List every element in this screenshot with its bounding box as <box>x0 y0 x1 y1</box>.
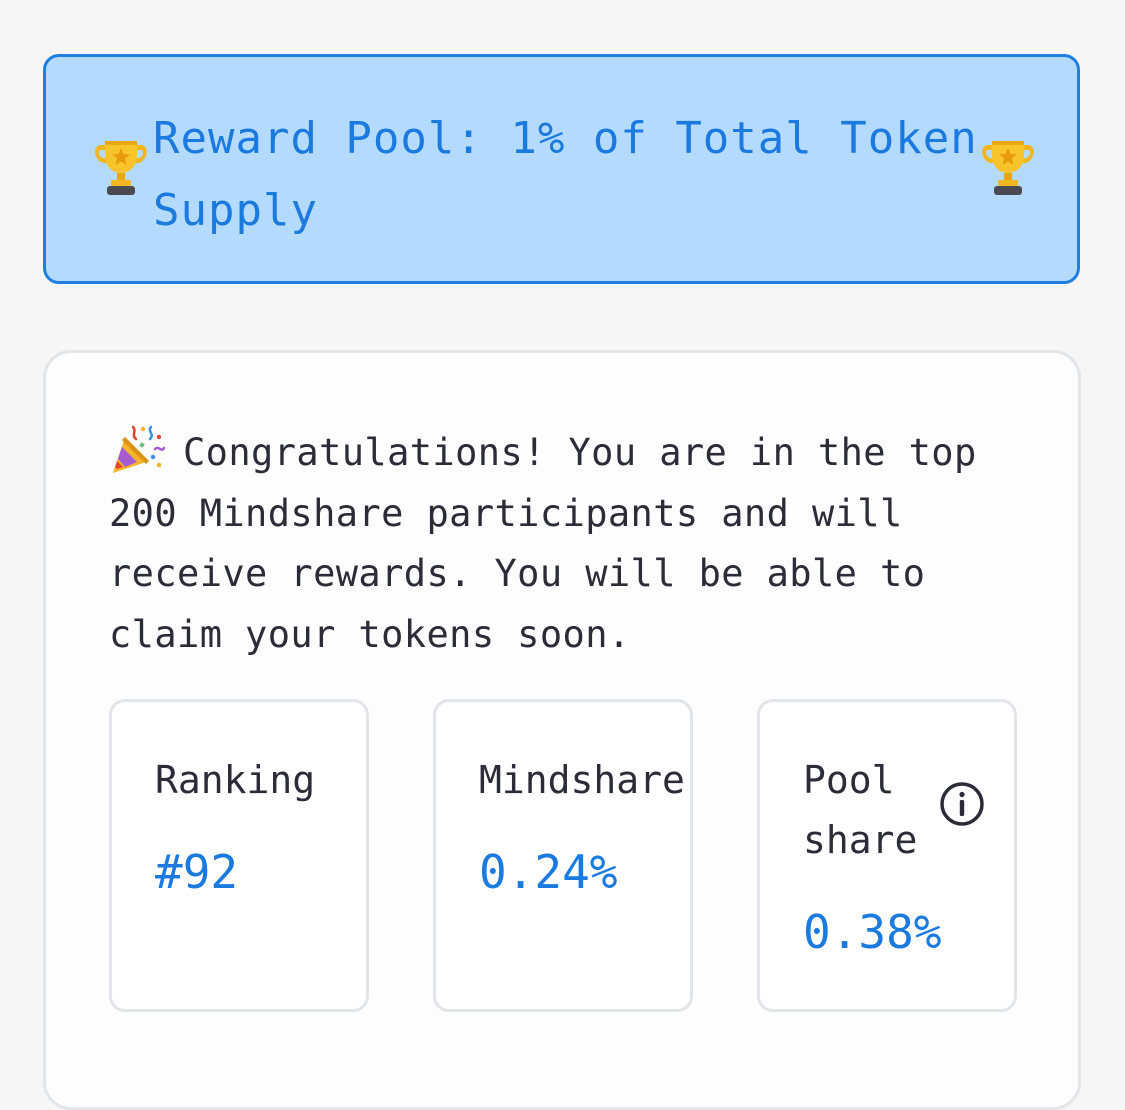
reward-pool-text: Reward Pool: 1% of Total Token Supply <box>153 113 978 236</box>
ranking-value: #92 <box>155 845 239 899</box>
reward-pool-banner: Reward Pool: 1% of Total Token Supply <box>43 54 1080 284</box>
pool-share-label: Pool share <box>803 758 918 862</box>
mindshare-label: Mindshare <box>479 758 685 802</box>
ranking-stat-card: Ranking #92 <box>109 699 369 1012</box>
pool-share-value: 0.38% <box>803 905 942 959</box>
ranking-label: Ranking <box>155 758 316 802</box>
congratulations-text: Congratulations! You are in the top 200 … <box>109 431 977 656</box>
pool-share-stat-card: Pool share 0.38% <box>757 699 1017 1012</box>
congratulations-message: Congratulations! You are in the top 200 … <box>109 421 989 665</box>
trophy-icon <box>95 141 147 195</box>
mindshare-stat-card: Mindshare 0.24% <box>433 699 693 1012</box>
info-icon[interactable] <box>938 780 986 828</box>
mindshare-value: 0.24% <box>479 845 618 899</box>
trophy-icon <box>982 141 1034 195</box>
party-popper-icon <box>113 425 165 473</box>
rewards-card: Congratulations! You are in the top 200 … <box>43 350 1081 1110</box>
